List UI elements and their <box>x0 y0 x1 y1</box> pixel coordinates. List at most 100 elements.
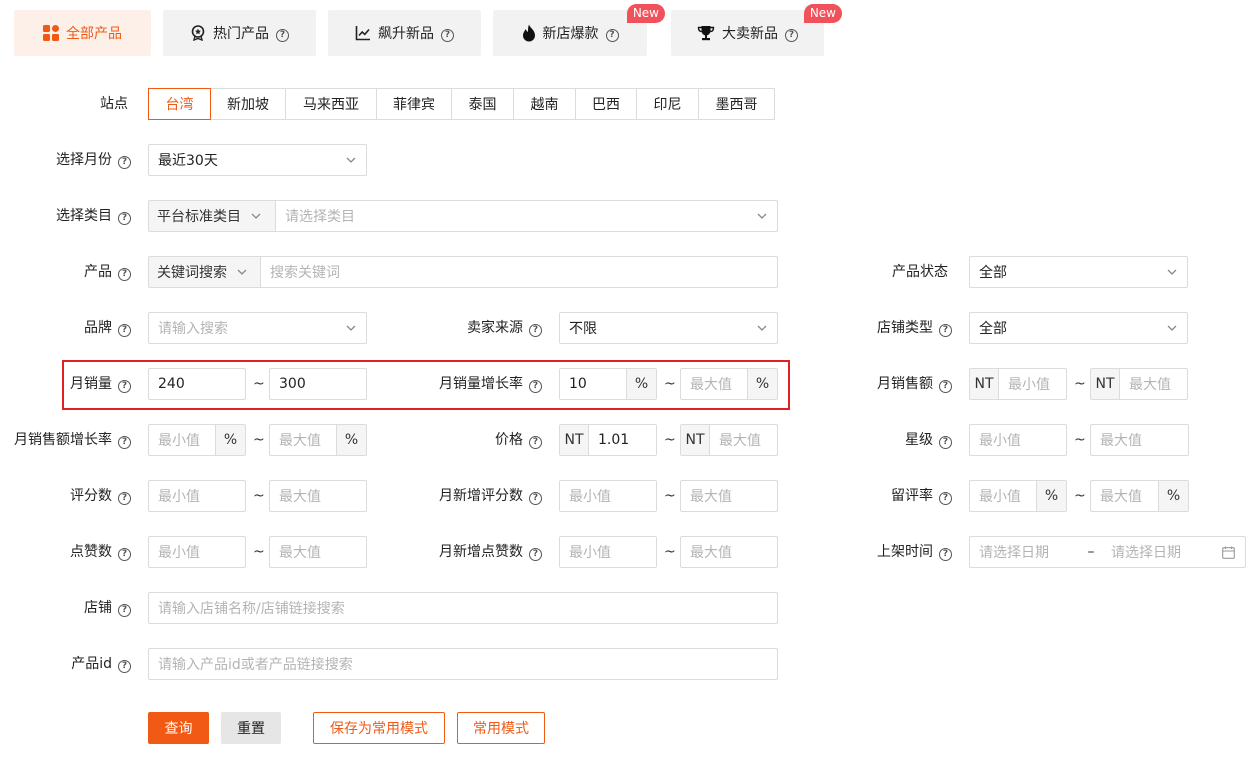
rating-count-max-input[interactable]: 最大值 <box>269 480 367 512</box>
reset-button[interactable]: 重置 <box>221 712 281 744</box>
shop-type-select[interactable]: 全部 <box>969 312 1188 344</box>
tab-label: 新店爆款 <box>542 26 599 42</box>
month-select[interactable]: 最近30天 <box>148 144 367 176</box>
monthly-new-ratings-max-input[interactable]: 最大值 <box>680 480 778 512</box>
star-rating-max-input[interactable]: 最大值 <box>1090 424 1189 456</box>
station-option-thailand[interactable]: 泰国 <box>451 88 514 120</box>
category-select[interactable]: 请选择类目 <box>276 206 757 226</box>
station-option-vietnam[interactable]: 越南 <box>513 88 576 120</box>
common-mode-button[interactable]: 常用模式 <box>457 712 545 744</box>
range-separator: ~ <box>253 432 265 448</box>
help-icon[interactable]: ? <box>785 29 798 42</box>
product-id-label: 产品id? <box>71 654 131 674</box>
monthly-sales-max-input[interactable]: 300 <box>269 368 367 400</box>
likes-label: 点赞数? <box>70 542 131 562</box>
tab-all-products[interactable]: 全部产品 <box>14 10 151 56</box>
tab-rising-new-products[interactable]: 飙升新品 ? <box>328 10 481 56</box>
product-id-input[interactable]: 请输入产品id或者产品链接搜索 <box>148 648 778 680</box>
help-icon[interactable]: ? <box>441 29 454 42</box>
tab-label: 热门产品 <box>213 26 269 42</box>
tab-hot-products[interactable]: 热门产品 ? <box>163 10 316 56</box>
help-icon[interactable]: ? <box>118 268 131 281</box>
grid-icon <box>43 25 59 41</box>
help-icon[interactable]: ? <box>529 436 542 449</box>
product-search-mode-select[interactable]: 关键词搜索 <box>149 257 261 287</box>
seller-source-select[interactable]: 不限 <box>559 312 778 344</box>
query-button[interactable]: 查询 <box>148 712 209 744</box>
help-icon[interactable]: ? <box>939 548 952 561</box>
monthly-new-likes-label: 月新增点赞数? <box>439 542 542 562</box>
help-icon[interactable]: ? <box>939 492 952 505</box>
help-icon[interactable]: ? <box>529 548 542 561</box>
chevron-down-icon <box>237 269 247 275</box>
station-option-philippines[interactable]: 菲律宾 <box>376 88 452 120</box>
help-icon[interactable]: ? <box>276 29 289 42</box>
product-keyword-input[interactable]: 搜索关键词 <box>261 262 777 282</box>
station-option-singapore[interactable]: 新加坡 <box>210 88 286 120</box>
price-max-input[interactable]: NT 最大值 <box>680 424 778 456</box>
help-icon[interactable]: ? <box>118 548 131 561</box>
help-icon[interactable]: ? <box>939 436 952 449</box>
tab-label: 全部产品 <box>66 26 122 42</box>
tab-label: 飙升新品 <box>378 26 434 42</box>
station-option-mexico[interactable]: 墨西哥 <box>698 88 775 120</box>
save-common-mode-button[interactable]: 保存为常用模式 <box>313 712 445 744</box>
station-option-brazil[interactable]: 巴西 <box>575 88 637 120</box>
sales-growth-min-input[interactable]: 10 % <box>559 368 657 400</box>
monthly-new-likes-min-input[interactable]: 最小值 <box>559 536 657 568</box>
tab-top-selling-new[interactable]: 大卖新品 ? New <box>671 4 842 56</box>
star-rating-min-input[interactable]: 最小值 <box>969 424 1067 456</box>
help-icon[interactable]: ? <box>118 660 131 673</box>
help-icon[interactable]: ? <box>529 324 542 337</box>
revenue-growth-min-input[interactable]: 最小值 % <box>148 424 246 456</box>
help-icon[interactable]: ? <box>118 212 131 225</box>
monthly-sales-min-input[interactable]: 240 <box>148 368 246 400</box>
trend-chart-icon <box>355 26 370 41</box>
station-option-malaysia[interactable]: 马来西亚 <box>285 88 377 120</box>
trophy-icon <box>697 26 715 41</box>
tab-label: 大卖新品 <box>722 26 778 42</box>
range-separator: ~ <box>664 488 676 504</box>
station-option-indonesia[interactable]: 印尼 <box>636 88 699 120</box>
help-icon[interactable]: ? <box>118 380 131 393</box>
range-separator: ~ <box>664 376 676 392</box>
monthly-revenue-min-input[interactable]: NT 最小值 <box>969 368 1067 400</box>
monthly-new-ratings-min-input[interactable]: 最小值 <box>559 480 657 512</box>
range-separator: ~ <box>1074 376 1086 392</box>
percent-unit: % <box>215 425 245 455</box>
review-rate-min-input[interactable]: 最小值 % <box>969 480 1067 512</box>
listing-end-date[interactable]: 请选择日期 <box>1102 542 1207 562</box>
station-option-taiwan[interactable]: 台湾 <box>148 88 211 120</box>
help-icon[interactable]: ? <box>118 436 131 449</box>
station-selector: 台湾 新加坡 马来西亚 菲律宾 泰国 越南 巴西 印尼 墨西哥 <box>148 88 775 120</box>
price-min-input[interactable]: NT 1.01 <box>559 424 657 456</box>
revenue-growth-max-input[interactable]: 最大值 % <box>269 424 367 456</box>
sales-growth-max-input[interactable]: 最大值 % <box>680 368 778 400</box>
help-icon[interactable]: ? <box>118 492 131 505</box>
revenue-growth-label: 月销售额增长率? <box>14 430 131 450</box>
likes-max-input[interactable]: 最大值 <box>269 536 367 568</box>
listing-date-range-picker[interactable]: 请选择日期 – 请选择日期 <box>969 536 1246 568</box>
rating-count-min-input[interactable]: 最小值 <box>148 480 246 512</box>
help-icon[interactable]: ? <box>118 604 131 617</box>
help-icon[interactable]: ? <box>939 324 952 337</box>
help-icon[interactable]: ? <box>529 380 542 393</box>
monthly-revenue-max-input[interactable]: NT 最大值 <box>1090 368 1188 400</box>
tab-new-shop-hits[interactable]: 新店爆款 ? New <box>493 4 665 56</box>
help-icon[interactable]: ? <box>118 156 131 169</box>
review-rate-max-input[interactable]: 最大值 % <box>1090 480 1189 512</box>
range-separator: ~ <box>1074 432 1086 448</box>
shop-search-input[interactable]: 请输入店铺名称/店铺链接搜索 <box>148 592 778 624</box>
seller-source-label: 卖家来源? <box>467 318 542 338</box>
currency-unit: NT <box>681 425 710 455</box>
likes-min-input[interactable]: 最小值 <box>148 536 246 568</box>
help-icon[interactable]: ? <box>118 324 131 337</box>
product-status-select[interactable]: 全部 <box>969 256 1188 288</box>
help-icon[interactable]: ? <box>605 29 619 42</box>
listing-start-date[interactable]: 请选择日期 <box>970 542 1080 562</box>
monthly-new-likes-max-input[interactable]: 最大值 <box>680 536 778 568</box>
category-type-select[interactable]: 平台标准类目 <box>149 201 276 231</box>
brand-select[interactable]: 请输入搜索 <box>148 312 367 344</box>
help-icon[interactable]: ? <box>529 492 542 505</box>
help-icon[interactable]: ? <box>939 380 952 393</box>
